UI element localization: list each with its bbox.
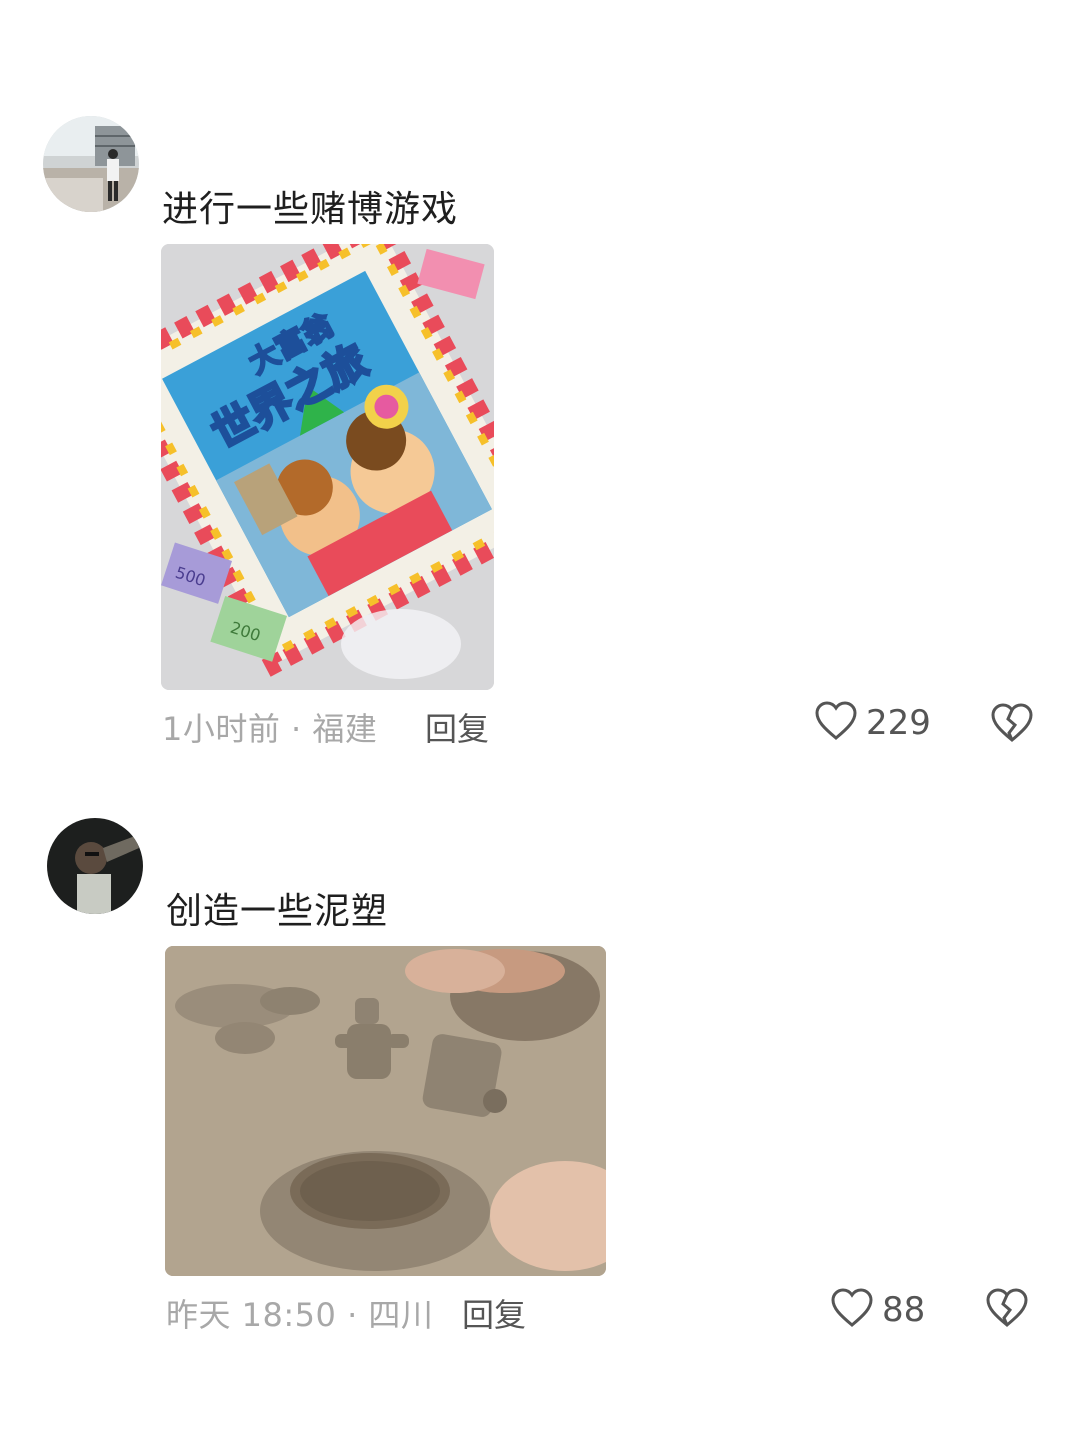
broken-heart-icon [985,1288,1029,1333]
dislike-button[interactable] [985,1287,1029,1333]
comment-item: 创造一些泥塑 昨天 18:50 · 四川 回复 88 [0,0,1080,1440]
like-button[interactable]: 88 [830,1287,925,1333]
comment-meta: 昨天 18:50 · 四川 [166,1296,434,1334]
comment-text: 创造一些泥塑 [166,891,389,932]
like-count: 88 [882,1290,926,1330]
heart-outline-icon [830,1287,874,1333]
avatar[interactable] [47,818,143,914]
reply-button[interactable]: 回复 [462,1290,526,1336]
comment-image-clay-figures[interactable] [165,946,606,1276]
comment-list: 进行一些赌博游戏 大富翁 世界之旅 500 200 1小时前 · 福建 回复 2… [0,0,1080,1440]
